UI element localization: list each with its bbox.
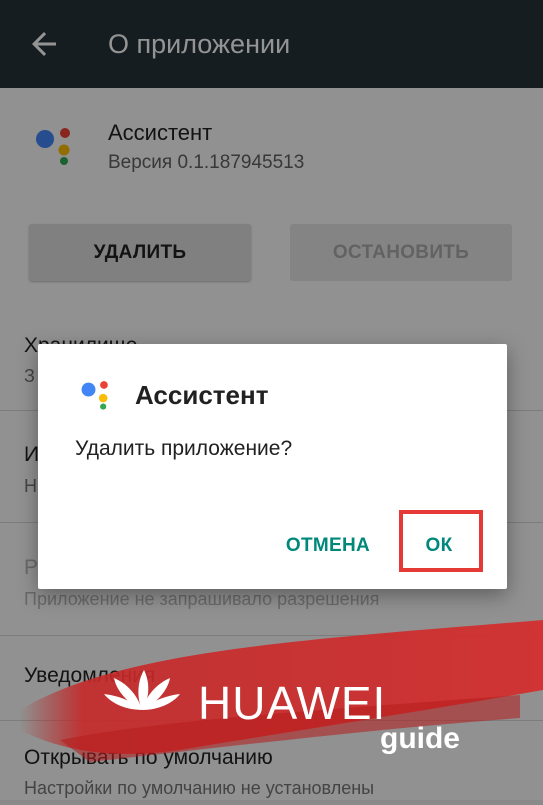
cancel-button[interactable]: ОТМЕНА bbox=[276, 524, 380, 568]
assistant-app-icon bbox=[80, 378, 114, 412]
dialog-title: Ассистент bbox=[135, 380, 269, 410]
huawei-guide-watermark: HUAWEI guide bbox=[0, 600, 543, 800]
watermark-tag: guide bbox=[380, 722, 460, 755]
ok-button[interactable]: ОК bbox=[406, 524, 472, 568]
watermark-brand: HUAWEI bbox=[198, 677, 387, 729]
uninstall-dialog: Ассистент Удалить приложение? ОТМЕНА ОК bbox=[38, 344, 507, 589]
dialog-message: Удалить приложение? bbox=[75, 437, 293, 460]
